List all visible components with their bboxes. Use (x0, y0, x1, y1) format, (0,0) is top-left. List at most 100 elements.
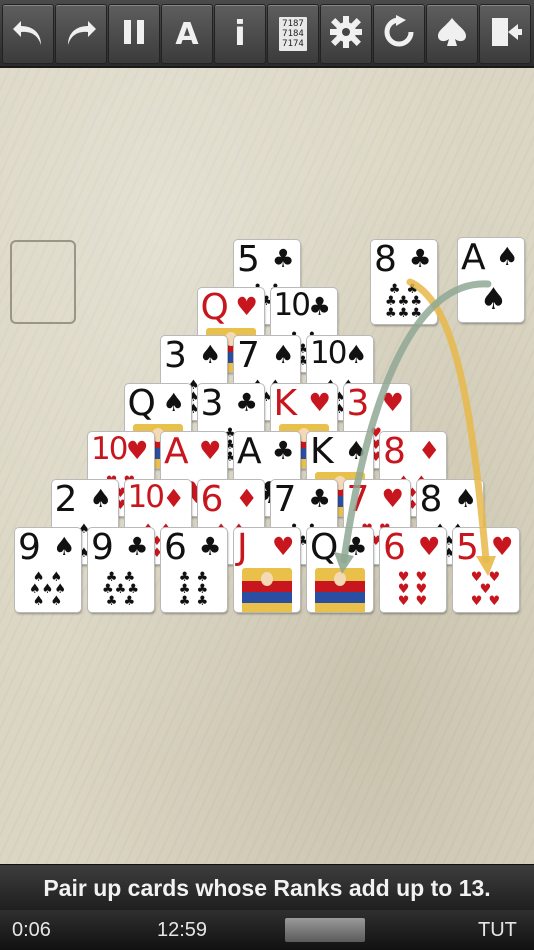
card-rank: Q (310, 528, 338, 568)
card-pips: ♠ ♠ ♠♠♠ ♠ ♠ (29, 570, 67, 609)
toolbar: Ai 7187 7184 7174 (0, 0, 534, 68)
card-suit-icon: ♠ (199, 340, 222, 369)
card-suit-icon: ♥ (418, 532, 441, 561)
card-rank: 6 (164, 528, 187, 568)
card-rank: K (310, 432, 334, 472)
restart-button[interactable] (373, 4, 425, 64)
card-rank: 6 (200, 480, 224, 520)
card-suit-icon: ♠ (345, 340, 368, 369)
card-rank: 7 (346, 480, 370, 520)
card-suit-icon: ♥ (308, 388, 331, 417)
card-suit-icon: ♣ (126, 532, 149, 561)
game-select-button[interactable] (426, 4, 478, 64)
card-suit-icon: ♥ (235, 292, 258, 321)
card-rank: 9 (18, 528, 41, 568)
exit-door-icon (488, 15, 522, 53)
card-rank: A (164, 432, 189, 472)
stats-line: 7174 (282, 39, 304, 49)
card-suit-icon: ♠ (272, 340, 295, 369)
card-rank: 10 (91, 432, 128, 467)
card-suit-icon: ♦ (418, 436, 441, 465)
card-suit-icon: ♣ (199, 532, 222, 561)
info-icon: i (234, 14, 246, 54)
restart-icon (382, 15, 416, 53)
card-rank: 7 (237, 336, 260, 376)
card-rank: 3 (164, 336, 187, 376)
progress-indicator (285, 918, 365, 942)
card-suit-icon: ♣ (409, 244, 432, 273)
card-suit-icon: ♠ (53, 532, 76, 561)
spade-icon (435, 15, 469, 53)
card-rank: 10 (273, 288, 311, 323)
ace-pip-icon: ♠ (480, 282, 507, 317)
card-suit-icon: ♦ (162, 484, 185, 513)
pause-button[interactable] (108, 4, 160, 64)
card-rank: 10 (310, 336, 347, 371)
card-suit-icon: ♣ (235, 388, 258, 417)
pyramid-card[interactable]: 9 ♠ ♠ ♠ ♠♠♠ ♠ ♠ (15, 528, 81, 612)
card-rank: 8 (374, 240, 397, 280)
gear-icon (329, 15, 363, 53)
pyramid-card[interactable]: 6 ♣ ♣ ♣ ♣ ♣ ♣ ♣ (161, 528, 227, 612)
card-suit-icon: ♣ (272, 244, 295, 273)
stock-card[interactable]: 8 ♣ ♣ ♣ ♣♣♣ ♣♣♣ (371, 240, 437, 324)
hint-message: Pair up cards whose Ranks add up to 13. (0, 864, 534, 911)
card-suit-icon: ♦ (235, 484, 258, 513)
card-rank: 9 (91, 528, 114, 568)
card-rank: 3 (200, 384, 224, 424)
redo-button[interactable] (55, 4, 107, 64)
card-suit-icon: ♥ (272, 532, 295, 561)
card-rank: A (461, 238, 486, 278)
exit-button[interactable] (479, 4, 531, 64)
auto-button[interactable]: A (161, 4, 213, 64)
card-suit-icon: ♠ (496, 242, 519, 271)
card-pips: ♥ ♥ ♥ ♥ ♥ ♥ (397, 570, 429, 609)
card-suit-icon: ♣ (272, 436, 295, 465)
face-card-portrait-icon (242, 568, 292, 612)
pyramid-card[interactable]: 6 ♥ ♥ ♥ ♥ ♥ ♥ ♥ (380, 528, 446, 612)
card-rank: Q (127, 384, 156, 424)
card-pips: ♣ ♣ ♣ ♣ ♣ ♣ (178, 570, 210, 609)
card-rank: 5 (456, 528, 479, 568)
face-card-portrait-icon (315, 568, 365, 612)
clock: 12:59 (157, 919, 208, 941)
card-rank: 5 (237, 240, 260, 280)
pause-icon (117, 15, 151, 53)
empty-foundation-slot[interactable] (10, 240, 76, 324)
card-pips: ♣ ♣ ♣♣♣ ♣♣♣ (385, 282, 423, 321)
pyramid-card[interactable]: J ♥ (234, 528, 300, 612)
undo-button[interactable] (2, 4, 54, 64)
card-suit-icon: ♣ (308, 292, 331, 321)
card-suit-icon: ♥ (126, 436, 149, 465)
card-suit-icon: ♥ (491, 532, 514, 561)
settings-button[interactable] (320, 4, 372, 64)
stats-line: 7184 (282, 29, 304, 39)
waste-card[interactable]: A ♠ ♠ (458, 238, 524, 322)
stats-button[interactable]: 7187 7184 7174 (267, 4, 319, 64)
card-suit-icon: ♥ (381, 388, 404, 417)
card-rank: 6 (383, 528, 406, 568)
auto-icon: A (175, 16, 199, 52)
card-pips: ♥ ♥ ♥ ♥ ♥ (470, 570, 502, 609)
status-bar: 0:06 12:59 TUT (0, 910, 534, 950)
redo-icon (64, 15, 98, 53)
pyramid-card[interactable]: Q ♣ (307, 528, 373, 612)
card-rank: 8 (383, 432, 406, 472)
card-rank: A (237, 432, 262, 472)
card-suit-icon: ♥ (199, 436, 222, 465)
card-pips: ♣ ♣ ♣♣♣ ♣ ♣ (102, 570, 140, 609)
card-rank: Q (200, 288, 229, 328)
card-rank: 8 (419, 480, 443, 520)
card-rank: 3 (346, 384, 370, 424)
card-suit-icon: ♠ (454, 484, 477, 513)
card-rank: 7 (273, 480, 297, 520)
pyramid-card[interactable]: 9 ♣ ♣ ♣ ♣♣♣ ♣ ♣ (88, 528, 154, 612)
info-button[interactable]: i (214, 4, 266, 64)
mode-label: TUT (478, 919, 517, 941)
card-suit-icon: ♣ (345, 532, 368, 561)
undo-icon (11, 15, 45, 53)
card-suit-icon: ♣ (308, 484, 331, 513)
pyramid-card[interactable]: 5 ♥ ♥ ♥ ♥ ♥ ♥ (453, 528, 519, 612)
card-suit-icon: ♠ (162, 388, 185, 417)
stats-line: 7187 (282, 19, 304, 29)
